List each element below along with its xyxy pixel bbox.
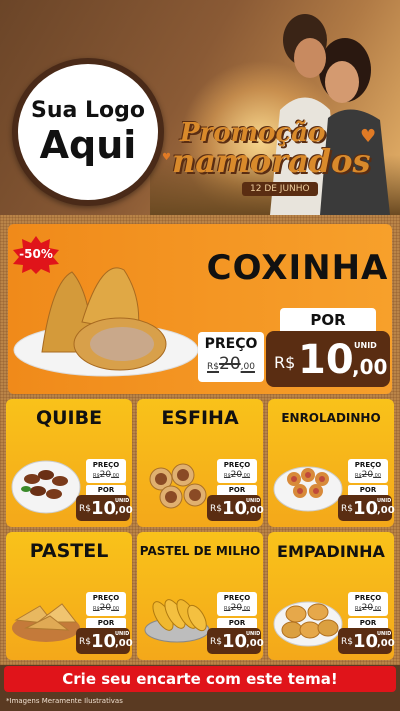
old-price: R$20,00 (354, 603, 382, 613)
unit-label: UNID (377, 631, 392, 637)
unit-label: UNID (115, 498, 130, 504)
product-name: ENROLADINHO (281, 411, 381, 425)
price-integer: 10 (91, 498, 117, 519)
product-name: PASTEL DE MILHO (139, 544, 261, 558)
old-price: R$20,00 (92, 470, 120, 480)
product-name: ESFIHA (161, 407, 239, 429)
currency: R$ (210, 504, 222, 514)
por-label: POR (217, 485, 257, 495)
por-label: POR (348, 485, 388, 495)
unit-label: UNID (377, 498, 392, 504)
old-price-box: PREÇO R$20,00 (86, 459, 126, 483)
product-price: R$ 10 UNID ,00 (207, 495, 264, 521)
price-integer: 10 (222, 631, 248, 652)
product-price: R$ 10 UNID ,00 (76, 495, 133, 521)
unit-label: UNID (246, 498, 261, 504)
featured-price: R$ 10 UNID ,00 (266, 331, 390, 387)
old-price-box: PREÇO R$20,00 (217, 592, 257, 616)
price-label: PREÇO (92, 594, 120, 602)
price-cents: ,00 (115, 638, 133, 649)
price-cents: ,00 (246, 505, 264, 516)
price-cents: ,00 (377, 505, 395, 516)
price-integer: 10 (353, 498, 379, 519)
old-price: R$20,00 (223, 603, 251, 613)
por-label: POR (217, 618, 257, 628)
discount-text: -50% (19, 247, 53, 261)
header-banner: Sua Logo Aqui Promoção ♥ ♥ namorados 12 … (0, 0, 400, 215)
product-card-empadinha: EMPADINHA PREÇO R$20,00 POR R$ 10 UNID ,… (268, 532, 395, 660)
old-price-box: PREÇO R$20,00 (217, 459, 257, 483)
featured-name: COXINHA (206, 248, 389, 288)
price-label: PREÇO (354, 594, 382, 602)
logo-placeholder: Sua Logo Aqui (12, 58, 164, 206)
price-cents: ,00 (115, 505, 133, 516)
por-label: POR (86, 485, 126, 495)
product-card-enroladinho: ENROLADINHO PREÇO R$20,00 POR R$ 10 UNID… (268, 399, 395, 527)
product-price: R$ 10 UNID ,00 (207, 628, 264, 654)
product-name: PASTEL (29, 540, 109, 562)
old-price-box: PREÇO R$20,00 (348, 592, 388, 616)
old-price: R$20,00 (207, 354, 255, 374)
old-price: R$20,00 (92, 603, 120, 613)
product-price: R$ 10 UNID ,00 (76, 628, 133, 654)
price-cents: ,00 (246, 638, 264, 649)
por-label: POR (86, 618, 126, 628)
price-integer: 10 (298, 337, 354, 383)
small-heart-icon: ♥ (162, 152, 171, 163)
disclaimer: *Imagens Meramente Ilustrativas (6, 697, 123, 705)
esfiha-image (149, 463, 207, 509)
por-label: POR (348, 618, 388, 628)
price-label: PREÇO (223, 461, 251, 469)
price-label: PREÇO (92, 461, 120, 469)
old-price: R$20,00 (354, 470, 382, 480)
currency: R$ (274, 353, 296, 372)
por-label: POR (280, 308, 376, 332)
price-integer: 10 (353, 631, 379, 652)
old-price: R$20,00 (223, 470, 251, 480)
product-card-pastel-de-milho: PASTEL DE MILHO PREÇO R$20,00 POR R$ 10 … (137, 532, 264, 660)
product-card-pastel: PASTEL PREÇO R$20,00 POR R$ 10 UNID ,00 (6, 532, 133, 660)
unit-label: UNID (115, 631, 130, 637)
product-card-esfiha: ESFIHA PREÇO R$20,00 POR R$ 10 UNID ,00 (137, 399, 264, 527)
currency: R$ (79, 504, 91, 514)
pastel-de-milho-image (144, 599, 210, 643)
unit-label: UNID (354, 341, 377, 350)
price-label: PREÇO (354, 461, 382, 469)
price-label: PREÇO (204, 336, 258, 352)
currency: R$ (210, 637, 222, 647)
old-price-box: PREÇO R$20,00 (348, 459, 388, 483)
product-name: QUIBE (35, 407, 103, 429)
product-price: R$ 10 UNID ,00 (338, 495, 395, 521)
price-cents: ,00 (352, 355, 388, 379)
promo-date: 12 DE JUNHO (242, 182, 318, 196)
logo-text-line1: Sua Logo (30, 98, 145, 123)
product-card-quibe: QUIBE PREÇO R$20,00 POR R$ 10 UNID ,00 (6, 399, 133, 527)
unit-label: UNID (246, 631, 261, 637)
cta-button[interactable]: Crie seu encarte com este tema! (4, 666, 396, 692)
featured-old-price-box: PREÇO R$20,00 (198, 332, 264, 382)
pastel-image (12, 603, 80, 642)
product-price: R$ 10 UNID ,00 (338, 628, 395, 654)
product-name: EMPADINHA (277, 542, 385, 561)
promo-line2: namorados (172, 142, 371, 180)
price-label: PREÇO (223, 594, 251, 602)
promo-title: Promoção ♥ ♥ namorados 12 DE JUNHO (162, 118, 388, 198)
logo-text-line2: Aqui (39, 123, 137, 167)
currency: R$ (341, 504, 353, 514)
quibe-image (11, 460, 81, 514)
price-integer: 10 (91, 631, 117, 652)
old-price-box: PREÇO R$20,00 (86, 592, 126, 616)
price-integer: 10 (222, 498, 248, 519)
price-cents: ,00 (377, 638, 395, 649)
currency: R$ (341, 637, 353, 647)
currency: R$ (79, 637, 91, 647)
discount-badge: -50% (12, 236, 60, 274)
enroladinho-image (273, 466, 343, 512)
empadinha-image (273, 601, 343, 647)
